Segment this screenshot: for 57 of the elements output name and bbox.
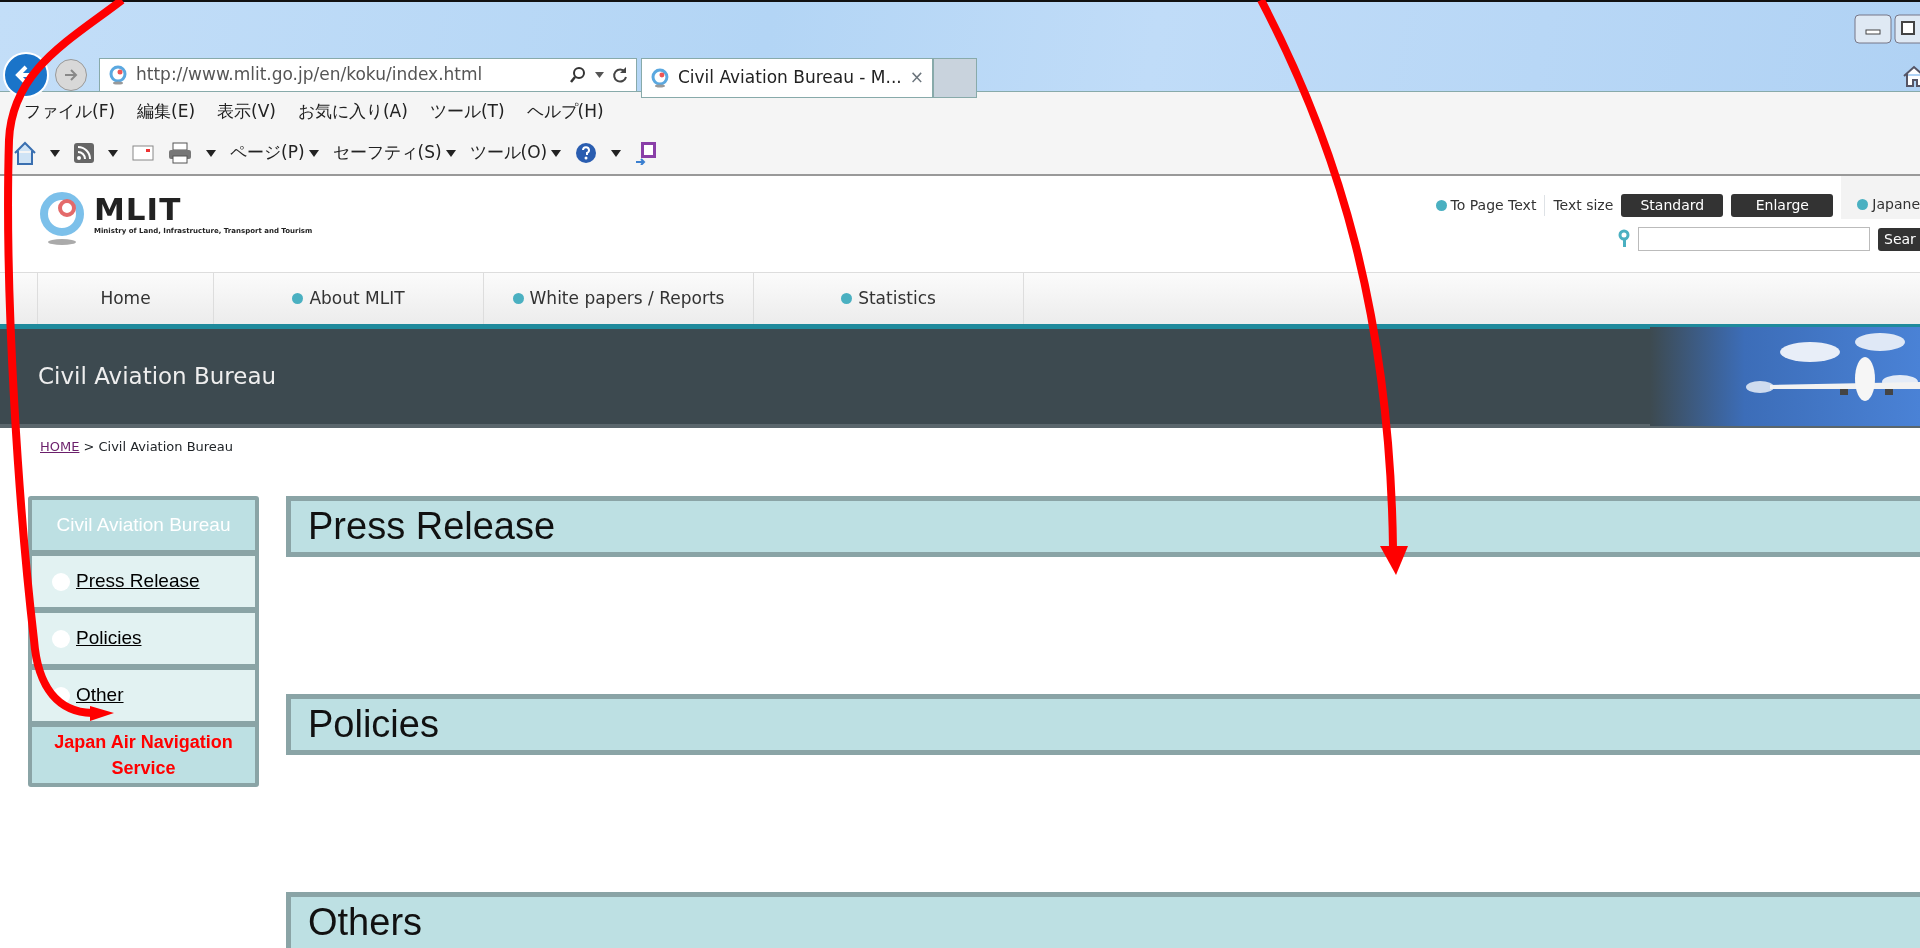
- nav-item[interactable]: Statistics: [754, 273, 1024, 324]
- caret-icon: [308, 149, 319, 157]
- nav-item[interactable]: White papers / Reports: [484, 273, 754, 324]
- caret-icon[interactable]: [611, 149, 622, 157]
- caret-icon[interactable]: [50, 149, 60, 157]
- section-heading: Others: [286, 892, 1920, 948]
- search-button[interactable]: Sear: [1878, 227, 1920, 251]
- text-size-button[interactable]: Standard: [1621, 194, 1724, 217]
- home-link[interactable]: HOME: [40, 437, 80, 457]
- tab-title: Civil Aviation Bureau - M...: [677, 66, 902, 90]
- home-icon[interactable]: [1902, 64, 1920, 88]
- menu-item[interactable]: ヘルプ(H): [526, 99, 604, 125]
- forward-button[interactable]: [55, 59, 87, 91]
- search-icon: [1618, 229, 1630, 249]
- text-size-label: Text size: [1553, 196, 1614, 215]
- language-link[interactable]: Japane: [1841, 176, 1920, 219]
- caret-icon[interactable]: [595, 72, 604, 78]
- address-field[interactable]: http://www.mlit.go.jp/en/koku/index.html: [99, 58, 637, 92]
- notebook-icon[interactable]: [635, 141, 658, 165]
- globe-icon: [108, 65, 128, 85]
- globe-icon: [650, 68, 670, 88]
- command-button[interactable]: ページ(P): [230, 140, 319, 166]
- restore-button[interactable]: [1894, 14, 1920, 44]
- menu-item[interactable]: お気に入り(A): [297, 99, 408, 125]
- menu-item[interactable]: 表示(V): [217, 99, 276, 125]
- sidebar-link[interactable]: Policies: [32, 613, 255, 664]
- home-icon[interactable]: [14, 141, 36, 165]
- caret-icon: [445, 149, 456, 157]
- menu-item[interactable]: 編集(E): [137, 99, 196, 125]
- menu-item[interactable]: ツール(T): [429, 99, 505, 125]
- menu-item[interactable]: ファイル(F): [24, 99, 116, 125]
- caret-icon[interactable]: [108, 149, 118, 157]
- page-title: Civil Aviation Bureau: [37, 362, 277, 392]
- search-icon[interactable]: [569, 66, 587, 84]
- page-text-link[interactable]: To Page Text: [1435, 195, 1546, 216]
- nav-item[interactable]: Home: [38, 273, 214, 324]
- close-button[interactable]: ×: [909, 65, 924, 91]
- mail-icon[interactable]: [132, 145, 154, 161]
- section-heading: Press Release: [286, 496, 1920, 557]
- breadcrumb-current: > Civil Aviation Bureau: [83, 438, 234, 456]
- caret-icon[interactable]: [206, 149, 216, 157]
- browser-tab[interactable]: Civil Aviation Bureau - M... ×: [641, 58, 933, 98]
- command-button[interactable]: ツール(O): [469, 140, 562, 166]
- text-size-button[interactable]: Enlarge: [1731, 194, 1834, 217]
- command-button[interactable]: セーフティ(S): [332, 140, 456, 166]
- address-text: http://www.mlit.go.jp/en/koku/index.html: [136, 63, 484, 87]
- sidebar-title: Civil Aviation Bureau: [32, 500, 255, 550]
- printer-icon[interactable]: [168, 142, 192, 164]
- search-field[interactable]: [1638, 227, 1870, 251]
- sidebar-link[interactable]: Other: [32, 670, 255, 721]
- section-heading: Policies: [286, 694, 1920, 755]
- caret-icon: [551, 149, 562, 157]
- nav-item[interactable]: About MLIT: [214, 273, 484, 324]
- refresh-icon[interactable]: [612, 66, 628, 84]
- sidebar-link[interactable]: Press Release: [32, 556, 255, 607]
- help-icon[interactable]: [575, 142, 598, 164]
- feed-icon[interactable]: [74, 143, 94, 163]
